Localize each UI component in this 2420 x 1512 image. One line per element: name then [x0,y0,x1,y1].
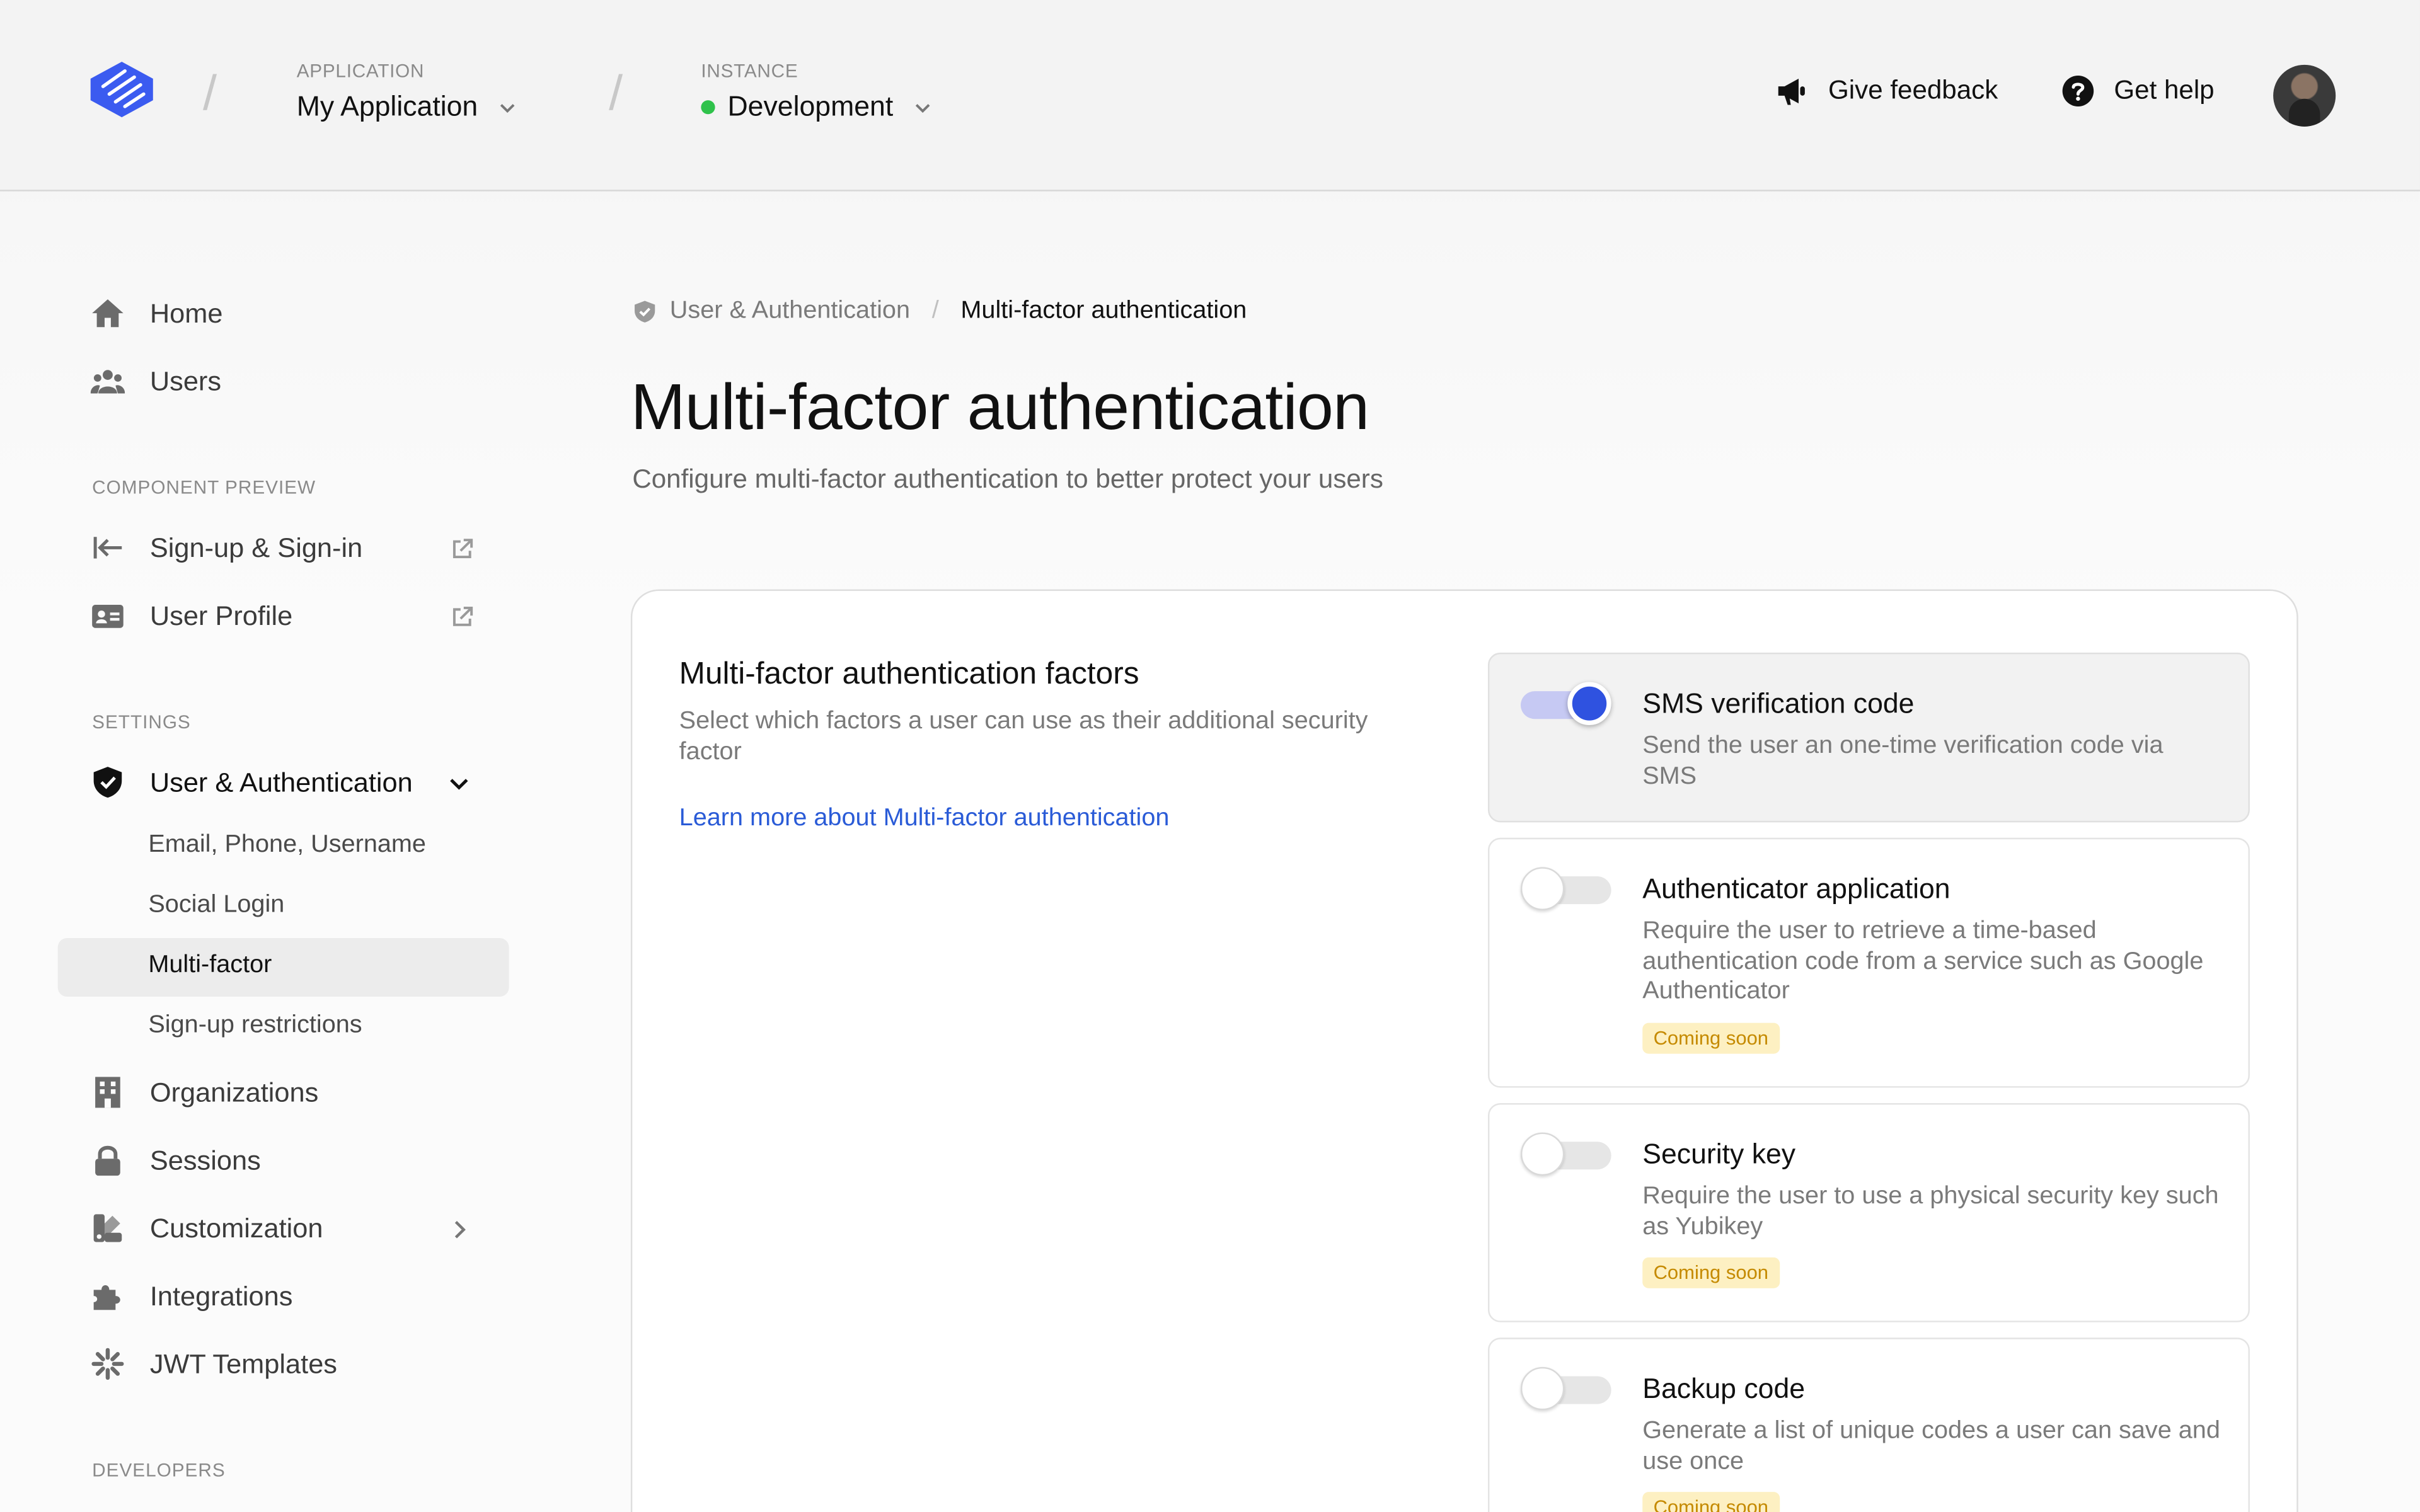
factor-title: Authenticator application [1642,873,1950,905]
breadcrumb: User & Authentication / Multi-factor aut… [632,298,1247,326]
application-caption: APPLICATION [296,60,425,82]
sidebar-item-label: Sign-up & Sign-in [149,531,363,563]
sign-in-icon [91,530,125,564]
profile-card-icon [91,598,125,633]
toggle-knob [1567,682,1611,726]
users-icon [90,364,125,398]
lock-icon [91,1143,125,1177]
sidebar-item-jwt-templates[interactable]: JWT Templates [91,1347,337,1381]
get-help-button[interactable]: Get help [2061,74,2215,108]
sms-toggle[interactable] [1520,682,1611,726]
factor-description: Send the user an one-time verification c… [1642,733,2164,789]
breadcrumb-parent-link[interactable]: User & Authentication [670,298,910,326]
instance-caption: INSTANCE [701,60,798,82]
sidebar-subitem-sign-up-restrictions[interactable]: Sign-up restrictions [148,1012,362,1040]
component-preview-caption: COMPONENT PREVIEW [92,476,316,499]
shield-icon [635,301,655,323]
factor-security-key-card: Security key Require the user to use a p… [1487,1103,2250,1322]
external-link-icon[interactable] [449,537,475,561]
sidebar-item-home[interactable]: Home [91,296,223,330]
user-avatar[interactable] [2273,64,2336,127]
authenticator-toggle[interactable] [1520,867,1611,910]
instance-switcher[interactable]: INSTANCE Development [701,60,933,123]
sidebar-item-user-authentication[interactable]: User & Authentication [91,765,413,799]
instance-status-dot [701,100,715,115]
coming-soon-badge: Coming soon [1642,1492,1780,1512]
sidebar-subitem-social-login[interactable]: Social Login [148,892,284,920]
sidebar-item-integrations[interactable]: Integrations [91,1279,293,1313]
home-icon [91,296,125,330]
give-feedback-button[interactable]: Give feedback [1775,74,1998,108]
factors-description: Select which factors a user can use as t… [679,708,1368,765]
backup-code-toggle[interactable] [1520,1366,1611,1411]
sidebar-item-label: Home [149,297,223,328]
factors-title: Multi-factor authentication factors [679,657,1139,692]
factor-description: Generate a list of unique codes a user c… [1642,1418,2220,1475]
help-icon [2062,76,2094,106]
chevron-down-icon [500,103,515,112]
get-help-label: Get help [2114,76,2215,105]
factor-title: Security key [1642,1138,1796,1170]
building-icon [91,1075,125,1109]
chevron-down-icon[interactable] [447,772,472,796]
sidebar-item-label: Integrations [149,1280,293,1311]
settings-caption: SETTINGS [92,711,191,733]
page-title: Multi-factor authentication [630,370,1369,443]
give-feedback-label: Give feedback [1828,76,1998,105]
coming-soon-badge: Coming soon [1642,1022,1780,1054]
palette-icon [91,1211,125,1245]
sidebar-item-organizations[interactable]: Organizations [91,1075,319,1109]
coming-soon-badge: Coming soon [1642,1257,1780,1288]
learn-more-link[interactable]: Learn more about Multi-factor authentica… [679,805,1170,833]
top-bar: / APPLICATION My Application / INSTANCE … [0,0,2420,192]
sidebar-subitem-email-phone-username[interactable]: Email, Phone, Username [148,832,426,859]
application-name: My Application [296,91,478,122]
toggle-knob [1520,867,1565,910]
sidebar-active-highlight [57,937,509,997]
sidebar-item-user-profile[interactable]: User Profile [91,598,293,633]
toggle-knob [1520,1132,1565,1176]
sidebar-item-label: User & Authentication [149,765,413,797]
sidebar-item-sign-in[interactable]: Sign-up & Sign-in [91,530,363,564]
sidebar-item-label: Sessions [149,1143,261,1175]
jwt-icon [91,1347,125,1381]
application-switcher[interactable]: APPLICATION My Application [297,60,519,123]
chevron-right-icon[interactable] [447,1217,472,1242]
factor-backup-code-card: Backup code Generate a list of unique co… [1487,1337,2250,1512]
megaphone-icon [1778,78,1805,105]
sidebar-item-users[interactable]: Users [90,364,222,398]
toggle-knob [1520,1366,1565,1411]
sidebar-item-label: Customization [149,1211,323,1243]
sidebar-item-customization[interactable]: Customization [91,1211,323,1245]
app-logo-icon[interactable] [88,55,156,123]
breadcrumb-current: Multi-factor authentication [960,297,1247,324]
sidebar-item-label: Organizations [149,1076,319,1108]
chevron-down-icon [915,103,930,112]
factor-sms-card: SMS verification code Send the user an o… [1487,652,2250,823]
external-link-icon[interactable] [449,605,475,629]
factor-description: Require the user to use a physical secur… [1642,1183,2219,1240]
shield-icon [91,765,125,799]
sidebar-item-label: User Profile [149,599,293,631]
header-separator: / [609,64,623,121]
factor-title: Backup code [1642,1373,1806,1404]
security-key-toggle[interactable] [1520,1132,1611,1176]
sidebar-item-label: Users [149,365,222,396]
sidebar-item-label: JWT Templates [149,1348,338,1379]
sidebar-subitem-multi-factor[interactable]: Multi-factor [148,952,272,980]
page-subtitle: Configure multi-factor authentication to… [632,464,1383,494]
breadcrumb-separator: / [931,297,939,324]
app-root: / APPLICATION My Application / INSTANCE … [0,0,2420,1512]
factor-authenticator-card: Authenticator application Require the us… [1487,837,2250,1088]
sidebar-item-sessions[interactable]: Sessions [91,1143,261,1177]
puzzle-icon [91,1279,125,1313]
factor-description: Require the user to retrieve a time-base… [1642,918,2204,1005]
header-separator: / [203,64,217,121]
developers-caption: DEVELOPERS [92,1459,226,1482]
instance-name: Development [727,91,894,122]
factor-title: SMS verification code [1642,688,1915,719]
